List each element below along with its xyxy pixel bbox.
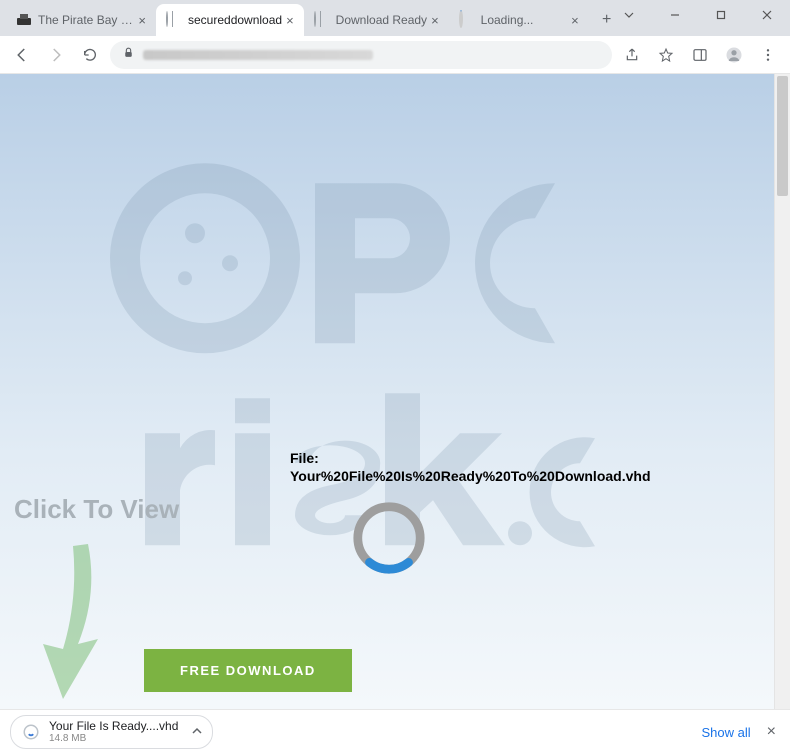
close-icon[interactable]: × (431, 14, 439, 27)
chevron-down-icon[interactable] (606, 0, 652, 30)
lock-icon (122, 46, 135, 64)
loading-spinner (350, 499, 428, 582)
tab-label: Download Ready (336, 13, 427, 27)
chevron-up-icon[interactable] (192, 723, 202, 741)
downloads-bar: Your File Is Ready....vhd 14.8 MB Show a… (0, 709, 790, 754)
file-name-text: Your%20File%20Is%20Ready%20To%20Download… (290, 468, 651, 484)
tab-secureddownload[interactable]: secureddownload × (156, 4, 304, 36)
profile-icon[interactable] (720, 41, 748, 69)
free-download-button[interactable]: FREE DOWNLOAD (144, 649, 352, 692)
tab-pirate-bay[interactable]: The Pirate Bay - The g × (6, 4, 156, 36)
click-to-view-text: Click To View (14, 494, 179, 525)
close-icon[interactable]: × (286, 14, 294, 27)
close-icon[interactable]: × (138, 14, 146, 27)
loading-spinner-icon (459, 12, 475, 28)
globe-icon (166, 12, 182, 28)
file-icon (21, 722, 41, 742)
window-controls (606, 0, 790, 30)
maximize-button[interactable] (698, 0, 744, 30)
toolbar (0, 36, 790, 74)
file-label: File: Your%20File%20Is%20Ready%20To%20Do… (290, 449, 651, 485)
url-text (143, 50, 373, 60)
globe-icon (314, 12, 330, 28)
tab-loading[interactable]: Loading... × (449, 4, 589, 36)
close-window-button[interactable] (744, 0, 790, 30)
minimize-button[interactable] (652, 0, 698, 30)
titlebar: The Pirate Bay - The g × secureddownload… (0, 0, 790, 36)
share-icon[interactable] (618, 41, 646, 69)
download-file-name: Your File Is Ready....vhd (49, 720, 178, 733)
close-icon[interactable]: × (571, 14, 579, 27)
scrollbar[interactable] (774, 74, 790, 709)
bookmark-star-icon[interactable] (652, 41, 680, 69)
file-prefix: File: (290, 450, 319, 466)
tab-strip: The Pirate Bay - The g × secureddownload… (6, 0, 621, 36)
pirate-favicon (16, 12, 32, 28)
menu-icon[interactable] (754, 41, 782, 69)
address-bar[interactable] (110, 41, 612, 69)
tab-label: Loading... (481, 13, 567, 27)
show-all-link[interactable]: Show all (702, 725, 751, 740)
tab-label: The Pirate Bay - The g (38, 13, 134, 27)
tab-label: secureddownload (188, 13, 282, 27)
download-item[interactable]: Your File Is Ready....vhd 14.8 MB (10, 715, 213, 749)
reload-button[interactable] (76, 41, 104, 69)
close-icon[interactable]: × (763, 719, 780, 745)
forward-button[interactable] (42, 41, 70, 69)
side-panel-icon[interactable] (686, 41, 714, 69)
back-button[interactable] (8, 41, 36, 69)
download-file-size: 14.8 MB (49, 733, 178, 744)
page-viewport: File: Your%20File%20Is%20Ready%20To%20Do… (0, 74, 790, 709)
tab-download-ready[interactable]: Download Ready × (304, 4, 449, 36)
download-info: Your File Is Ready....vhd 14.8 MB (49, 720, 178, 744)
down-arrow-icon (28, 534, 118, 709)
scrollbar-thumb[interactable] (777, 76, 788, 196)
